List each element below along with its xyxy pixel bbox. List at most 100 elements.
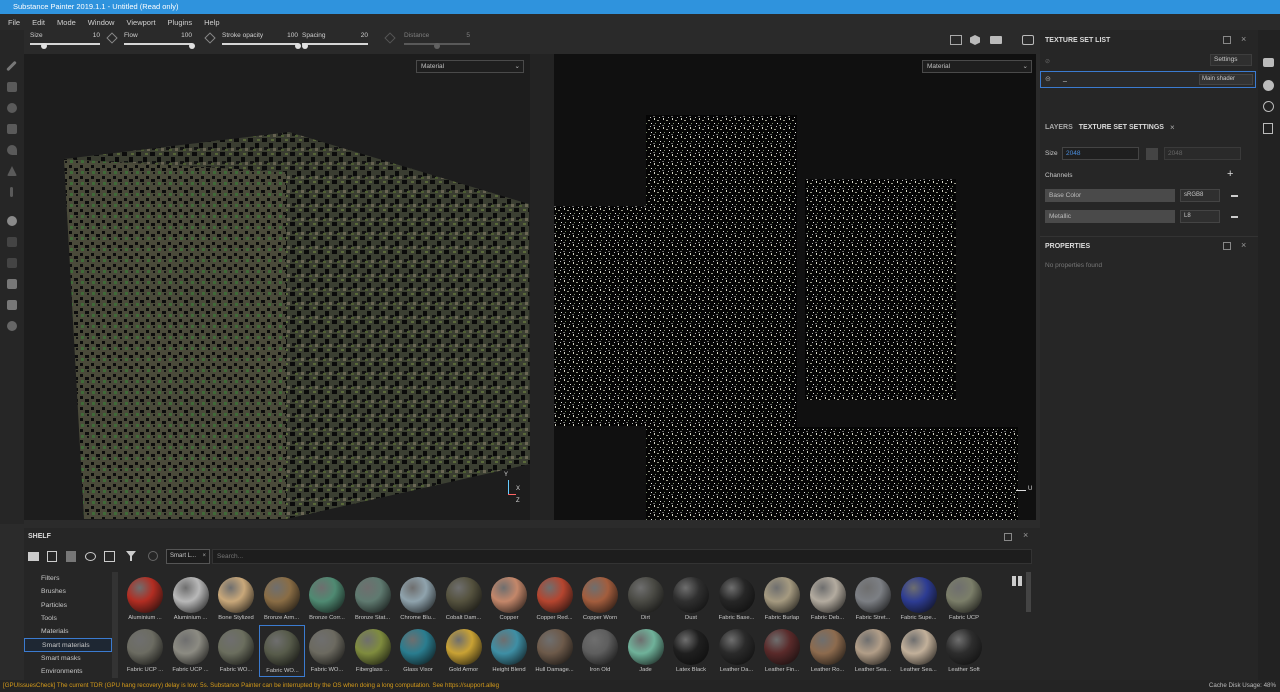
export-icon[interactable] bbox=[104, 551, 115, 562]
viewport-splitter[interactable] bbox=[530, 54, 554, 520]
shelf-material-item[interactable]: Iron Old bbox=[577, 625, 623, 677]
shelf-material-item[interactable]: Fabric Burlap bbox=[759, 573, 805, 625]
settings-dropdown[interactable]: Settings bbox=[1210, 54, 1252, 66]
log-icon[interactable] bbox=[1263, 123, 1273, 134]
layer-stack-icon[interactable] bbox=[7, 216, 17, 226]
photoshop-export-icon[interactable] bbox=[7, 279, 17, 289]
channel-row[interactable]: Metallic L8 bbox=[1045, 210, 1250, 223]
menu-item-window[interactable]: Window bbox=[88, 18, 115, 27]
filter-icon[interactable] bbox=[126, 551, 136, 561]
shelf-material-item[interactable]: Aluminium ... bbox=[168, 573, 214, 625]
shader-icon[interactable] bbox=[7, 258, 17, 268]
new-file-icon[interactable] bbox=[47, 551, 57, 562]
spacing-slider[interactable]: Spacing 20 bbox=[302, 32, 368, 49]
refresh-icon[interactable] bbox=[148, 551, 158, 561]
menu-item-mode[interactable]: Mode bbox=[57, 18, 76, 27]
shelf-material-item[interactable]: Fabric UCP ... bbox=[122, 625, 168, 677]
camera-icon[interactable] bbox=[990, 36, 1002, 44]
menu-item-plugins[interactable]: Plugins bbox=[168, 18, 193, 27]
shelf-material-item[interactable]: Bronze Arm... bbox=[259, 573, 305, 625]
shader-dropdown[interactable]: Main shader bbox=[1199, 74, 1253, 85]
shelf-material-item[interactable]: Fabric Deb... bbox=[805, 573, 851, 625]
tab-layers[interactable]: LAYERS bbox=[1045, 124, 1073, 131]
shelf-material-item[interactable]: Leather Ro... bbox=[805, 625, 851, 677]
shelf-material-item[interactable]: Bronze Corr... bbox=[304, 573, 350, 625]
shelf-material-item[interactable]: Height Blend bbox=[486, 625, 532, 677]
shelf-material-item[interactable]: Dust bbox=[668, 573, 714, 625]
close-icon[interactable]: × bbox=[1023, 530, 1028, 540]
tss-size-secondary[interactable]: 2048 bbox=[1164, 147, 1241, 160]
settings-gear-icon[interactable] bbox=[7, 321, 17, 331]
shelf-material-item[interactable]: Aluminium ... bbox=[122, 573, 168, 625]
flow-slider[interactable]: Flow 100 bbox=[124, 32, 195, 49]
brush-angle-icon[interactable] bbox=[106, 32, 118, 44]
shelf-material-item[interactable]: Cobalt Dam... bbox=[441, 573, 487, 625]
smudge-icon[interactable] bbox=[7, 145, 17, 155]
camera-icon[interactable] bbox=[1263, 58, 1274, 67]
texture-set-row[interactable]: ⊝ _ Main shader bbox=[1040, 71, 1256, 88]
shelf-material-item[interactable]: Copper bbox=[486, 573, 532, 625]
shelf-material-item[interactable]: Leather Fin... bbox=[759, 625, 805, 677]
folder-icon[interactable] bbox=[28, 552, 39, 561]
size-knob[interactable] bbox=[41, 43, 47, 49]
shelf-material-item[interactable]: Bronze Stat... bbox=[350, 573, 396, 625]
stroke-opacity-knob[interactable] bbox=[295, 43, 301, 49]
channel-row[interactable]: Base Color sRGB8 bbox=[1045, 189, 1250, 202]
shelf-material-item[interactable]: Fabric Base... bbox=[714, 573, 760, 625]
shelf-category[interactable]: Particles bbox=[24, 599, 112, 612]
shelf-material-item[interactable]: Copper Worn bbox=[577, 573, 623, 625]
projection-icon[interactable] bbox=[7, 103, 17, 113]
import-icon[interactable] bbox=[66, 551, 76, 562]
shelf-material-item[interactable]: Fabric UCP bbox=[941, 573, 987, 625]
shelf-category[interactable]: Materials bbox=[24, 625, 112, 638]
display-settings-icon[interactable] bbox=[970, 35, 980, 45]
shelf-material-item[interactable]: Glass Visor bbox=[395, 625, 441, 677]
shelf-material-item[interactable]: Fabric WO... bbox=[258, 625, 305, 677]
hide-icon[interactable] bbox=[85, 552, 96, 561]
shelf-material-item[interactable]: Jade bbox=[623, 625, 669, 677]
float-panel-icon[interactable] bbox=[1223, 36, 1231, 44]
menu-item-file[interactable]: File bbox=[8, 18, 20, 27]
float-panel-icon[interactable] bbox=[1004, 533, 1012, 541]
shelf-material-item[interactable]: Leather Da... bbox=[714, 625, 760, 677]
viewport-2d[interactable]: Material ⌄ U bbox=[554, 54, 1036, 520]
flow-knob[interactable] bbox=[189, 43, 195, 49]
shelf-material-item[interactable]: Dirt bbox=[623, 573, 669, 625]
shelf-material-item[interactable]: Fiberglass ... bbox=[350, 625, 396, 677]
shelf-material-item[interactable]: Fabric WO... bbox=[213, 625, 259, 677]
shelf-material-item[interactable]: Latex Black bbox=[668, 625, 714, 677]
shader-ball-icon[interactable] bbox=[1263, 80, 1274, 91]
close-icon[interactable]: × bbox=[202, 550, 206, 563]
menu-item-edit[interactable]: Edit bbox=[32, 18, 45, 27]
shelf-nav-scrollbar[interactable] bbox=[112, 572, 118, 678]
channel-format-select[interactable]: sRGB8 bbox=[1180, 189, 1220, 202]
spacing-knob[interactable] bbox=[302, 43, 309, 49]
shelf-material-item[interactable]: Bone Stylized bbox=[213, 573, 259, 625]
stroke-icon[interactable] bbox=[204, 32, 216, 44]
shelf-material-item[interactable]: Fabric WO... bbox=[304, 625, 350, 677]
shelf-category[interactable]: Smart masks bbox=[24, 652, 112, 665]
shelf-category[interactable]: Brushes bbox=[24, 585, 112, 598]
shelf-material-item[interactable]: Leather Sea... bbox=[896, 625, 942, 677]
shelf-material-item[interactable]: Copper Red... bbox=[532, 573, 578, 625]
view-mode-icon[interactable] bbox=[950, 35, 962, 45]
lazy-mouse-icon[interactable] bbox=[384, 32, 396, 44]
menu-item-help[interactable]: Help bbox=[204, 18, 219, 27]
paint-brush-icon[interactable] bbox=[6, 60, 17, 72]
distance-knob[interactable] bbox=[434, 43, 440, 49]
tss-size-select[interactable]: 2048 bbox=[1062, 147, 1139, 160]
shelf-grid-scrollbar[interactable] bbox=[1026, 572, 1031, 612]
filter-tag[interactable]: Smart L... × bbox=[166, 549, 210, 564]
tab-texture-set-settings[interactable]: TEXTURE SET SETTINGS bbox=[1079, 124, 1164, 131]
shelf-material-item[interactable]: Chrome Blu... bbox=[395, 573, 441, 625]
remove-channel-icon[interactable] bbox=[1231, 195, 1238, 197]
shelf-category[interactable]: Smart materials bbox=[24, 638, 112, 652]
shelf-material-item[interactable]: Fabric Supe... bbox=[896, 573, 942, 625]
menu-item-viewport[interactable]: Viewport bbox=[126, 18, 155, 27]
shelf-category[interactable]: Filters bbox=[24, 572, 112, 585]
shelf-material-item[interactable]: Leather Soft bbox=[941, 625, 987, 677]
close-icon[interactable]: × bbox=[1241, 240, 1246, 250]
shelf-material-item[interactable]: Leather Sea... bbox=[850, 625, 896, 677]
close-icon[interactable]: × bbox=[1170, 123, 1175, 132]
lock-icon[interactable] bbox=[1146, 148, 1158, 160]
